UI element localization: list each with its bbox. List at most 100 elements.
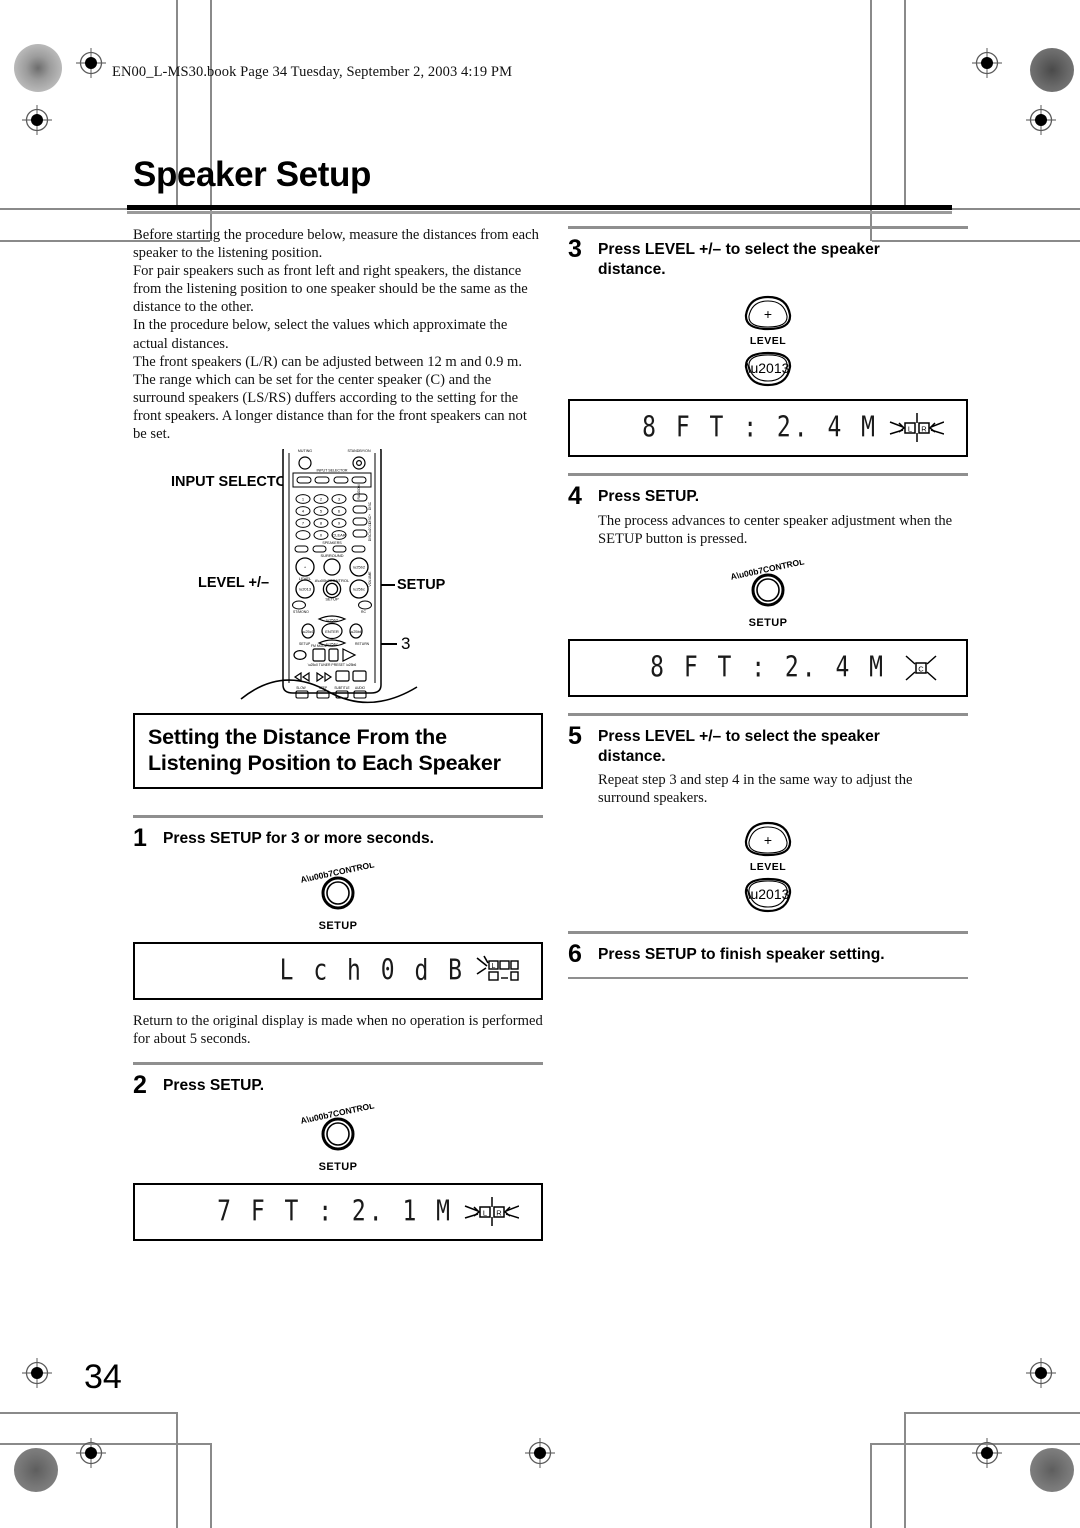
level-plus-button-icon-3[interactable]: + (732, 295, 804, 339)
lr-blink-indicator-icon-3: L R (889, 413, 944, 442)
svg-text:\u25c0 TUNER PRESET \u25b6: \u25c0 TUNER PRESET \u25b6 (308, 663, 357, 667)
step-3-number: 3 (568, 235, 582, 263)
step-divider-2 (133, 1062, 543, 1066)
lr-blink-indicator-icon: L R (464, 1197, 519, 1227)
setup-knob-step-1[interactable]: A\u00b7CONTROL SETUP (133, 863, 543, 932)
svg-text:\u25bc: \u25bc (326, 642, 338, 647)
svg-text:STANDBY/ON: STANDBY/ON (347, 449, 371, 453)
svg-text:+: + (764, 306, 772, 322)
step-5-label: Press LEVEL +/– to select the speaker di… (598, 728, 880, 765)
step-4-heading: 4 Press SETUP. (568, 482, 968, 510)
step-1-label: Press SETUP for 3 or more seconds. (163, 830, 434, 848)
registration-mark-top-right-b (1026, 105, 1056, 135)
step-3-label: Press LEVEL +/– to select the speaker di… (598, 241, 880, 278)
lcd-display-step-4: 8 F T : 2. 4 M C (568, 639, 968, 698)
lcd-display-step-2: 7 F T : 2. 1 M L R (133, 1183, 543, 1242)
step-5-number: 5 (568, 722, 582, 751)
intro-paragraph-3: In the procedure below, select the value… (133, 317, 508, 352)
setup-knob-icon-1[interactable]: A\u00b7CONTROL (301, 863, 375, 919)
step-4-number: 4 (568, 482, 582, 510)
right-column: 3 Press LEVEL +/– to select the speaker … (568, 226, 968, 980)
step-6-label: Press SETUP to finish speaker setting. (598, 946, 885, 964)
svg-text:\u25bc: \u25bc (353, 587, 365, 592)
setup-knob-icon-4[interactable]: A\u00b7CONTROL (731, 560, 805, 616)
svg-text:\u2013: \u2013 (299, 587, 312, 592)
registration-mark-bottom-left-a (22, 1358, 52, 1388)
setup-knob-icon-2[interactable]: A\u00b7CONTROL (301, 1104, 375, 1160)
svg-text:FM MODE: FM MODE (311, 644, 328, 648)
level-minus-button-icon-3[interactable]: \u2013 (732, 343, 804, 387)
registration-mark-bottom-right-a (1026, 1358, 1056, 1388)
svg-text:+: + (764, 832, 772, 848)
setup-knob-label-1: SETUP (318, 920, 358, 933)
svg-text:\u2013: \u2013 (747, 360, 790, 376)
step-divider-6 (568, 931, 968, 935)
level-buttons-step-3[interactable]: + LEVEL \u2013 (568, 295, 968, 387)
svg-text:\u25b2: \u25b2 (353, 565, 366, 570)
svg-text:DISC+: DISC+ (368, 514, 372, 524)
lcd-text-step-2: 7 F T : 2. 1 M (217, 1196, 453, 1229)
svg-text:L: L (492, 963, 496, 970)
title-rule-primary (127, 205, 952, 210)
intro-paragraph-1: Before starting the procedure below, mea… (133, 227, 539, 262)
step-6-number: 6 (568, 940, 582, 969)
registration-mark-top-left-b (22, 105, 52, 135)
center-blink-indicator-icon: C (905, 655, 937, 681)
lcd-text-step-4: 8 F T : 2. 4 M (650, 652, 886, 685)
lcd-indicator-step-4: C (904, 651, 938, 685)
svg-text:ENTER: ENTER (325, 629, 339, 634)
step-2-heading: 2 Press SETUP. (133, 1073, 543, 1098)
remote-control-illustration: MUTING STANDBY/ON INPUT SELECTOR 1 2 3 4… (240, 449, 418, 704)
step-5-note: Repeat step 3 and step 4 in the same way… (598, 772, 913, 807)
svg-text:\u25b6: \u25b6 (350, 629, 363, 634)
svg-text:RETURN: RETURN (355, 642, 370, 646)
moire-target-top-right (1030, 48, 1074, 92)
step-1-heading: 1 Press SETUP for 3 or more seconds. (133, 824, 543, 853)
step-4-label: Press SETUP. (598, 488, 700, 505)
level-label-3: LEVEL (747, 335, 789, 347)
intro-paragraph-2: For pair speakers such as front left and… (133, 263, 528, 316)
setup-knob-step-2[interactable]: A\u00b7CONTROL SETUP (133, 1104, 543, 1173)
lcd-indicator-step-3: L R (888, 411, 944, 445)
svg-text:RANDOM: RANDOM (357, 484, 361, 499)
svg-text:RC: RC (361, 610, 366, 614)
svg-text:SURROUND: SURROUND (320, 553, 343, 558)
registration-mark-top-right-a (972, 48, 1002, 78)
setup-knob-step-4[interactable]: A\u00b7CONTROL SETUP (568, 560, 968, 629)
level-minus-button-icon-5[interactable]: \u2013 (732, 869, 804, 913)
svg-text:R: R (921, 425, 927, 434)
svg-text:DISC: DISC (368, 502, 372, 511)
intro-paragraph-4: The front speakers (L/R) can be adjusted… (133, 353, 527, 443)
page-number: 34 (84, 1358, 122, 1396)
step-1-after-note: Return to the original display is made w… (133, 1013, 543, 1048)
speaker-grid-indicator-icon: L (476, 955, 519, 981)
svg-text:VOLUME: VOLUME (368, 571, 372, 587)
registration-mark-bottom-left-b (76, 1438, 106, 1468)
crop-line-bottom-right-h (906, 1412, 1080, 1414)
svg-text:LEVEL: LEVEL (299, 576, 312, 581)
step-5-heading: 5 Press LEVEL +/– to select the speaker … (568, 722, 968, 766)
step-1-number: 1 (133, 824, 147, 853)
svg-text:\u25c0: \u25c0 (302, 629, 315, 634)
step-3-heading: 3 Press LEVEL +/– to select the speaker … (568, 235, 968, 279)
svg-text:SUBTITLE: SUBTITLE (334, 686, 349, 690)
lcd-indicator-step-2: L R (463, 1195, 519, 1229)
lcd-display-step-3: 8 F T : 2. 4 M L R (568, 399, 968, 457)
crop-line-bottom-left-v2 (210, 1443, 212, 1528)
crop-line-top-right-v (904, 0, 906, 210)
moire-target-bottom-right (1030, 1448, 1074, 1492)
svg-text:R: R (496, 1209, 502, 1218)
level-buttons-step-5[interactable]: + LEVEL \u2013 (568, 821, 968, 913)
step-divider-6-bottom (568, 977, 968, 980)
crop-line-bottom-right-v2 (870, 1443, 872, 1528)
level-plus-button-icon-5[interactable]: + (732, 821, 804, 865)
moire-target-bottom-left (14, 1448, 58, 1492)
svg-text:SPEAKERS: SPEAKERS (322, 541, 342, 545)
svg-text:INPUT SELECTOR: INPUT SELECTOR (316, 469, 347, 473)
svg-text:L: L (908, 425, 912, 434)
step-6-heading: 6 Press SETUP to finish speaker setting. (568, 940, 968, 969)
svg-text:A\u00b7CONTROL: A\u00b7CONTROL (315, 578, 350, 583)
moire-target-top-left (14, 44, 62, 92)
svg-text:MUTING: MUTING (298, 449, 312, 453)
crop-line-bottom-left-v (176, 1412, 178, 1528)
